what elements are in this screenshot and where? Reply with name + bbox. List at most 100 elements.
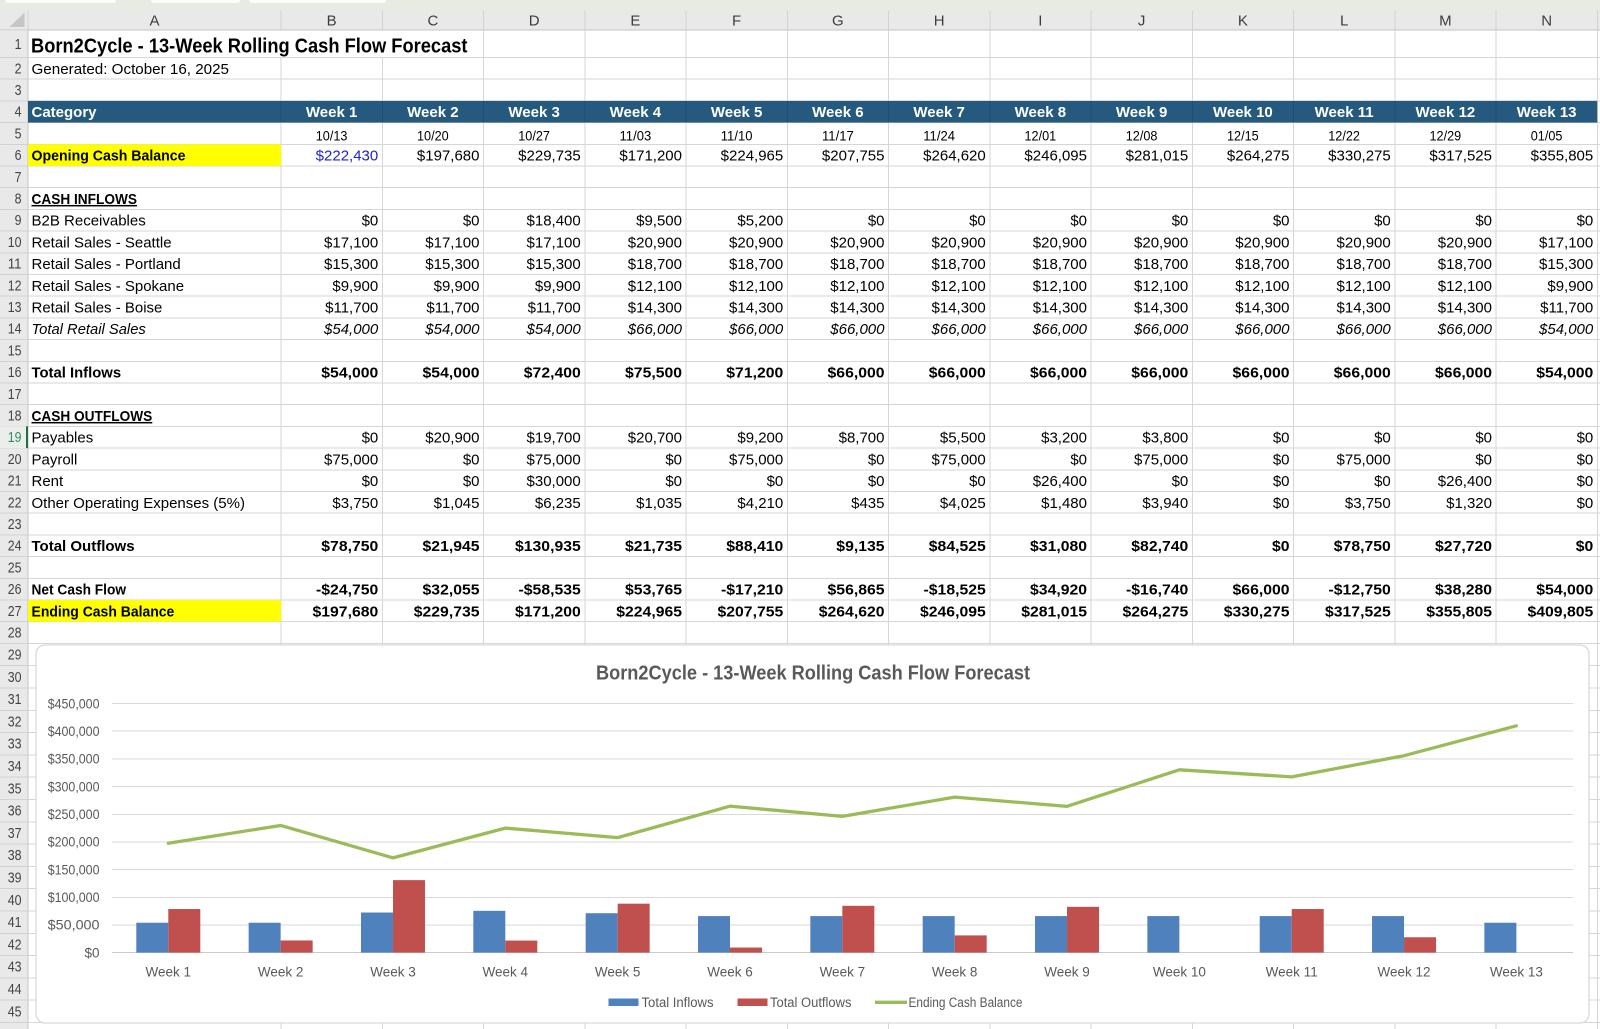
svg-text:$0: $0	[1475, 213, 1492, 230]
svg-text:$11,700: $11,700	[325, 299, 378, 316]
svg-text:$0: $0	[1273, 451, 1290, 468]
svg-text:$229,735: $229,735	[518, 148, 581, 165]
svg-text:$18,700: $18,700	[1134, 256, 1188, 273]
svg-text:$18,400: $18,400	[527, 213, 581, 230]
svg-text:Total Outflows: Total Outflows	[32, 538, 135, 555]
svg-text:5: 5	[15, 126, 22, 142]
svg-text:$0: $0	[1374, 473, 1391, 490]
svg-text:$75,000: $75,000	[729, 451, 783, 468]
svg-text:$14,300: $14,300	[830, 299, 884, 316]
svg-text:$32,055: $32,055	[423, 582, 480, 599]
svg-text:$18,700: $18,700	[830, 256, 884, 273]
svg-text:Week 13: Week 13	[1517, 104, 1577, 121]
svg-text:$14,300: $14,300	[1033, 299, 1087, 316]
svg-text:15: 15	[8, 343, 22, 359]
svg-text:$12,100: $12,100	[932, 278, 986, 295]
svg-text:29: 29	[8, 647, 22, 663]
svg-text:$246,095: $246,095	[1024, 148, 1087, 165]
svg-text:$82,740: $82,740	[1131, 538, 1188, 555]
svg-text:$171,200: $171,200	[515, 603, 581, 620]
svg-text:$355,805: $355,805	[1426, 603, 1492, 620]
svg-text:$0: $0	[1273, 430, 1290, 447]
svg-text:33: 33	[8, 737, 22, 753]
svg-text:$246,095: $246,095	[920, 603, 986, 620]
svg-text:12/22: 12/22	[1328, 127, 1360, 143]
svg-text:$197,680: $197,680	[313, 603, 379, 620]
svg-text:$66,000: $66,000	[627, 321, 683, 338]
svg-text:B2B Receivables: B2B Receivables	[32, 213, 146, 230]
svg-text:K: K	[1238, 13, 1248, 30]
svg-text:44: 44	[8, 982, 22, 998]
svg-text:$0: $0	[868, 213, 885, 230]
svg-text:$0: $0	[665, 451, 682, 468]
svg-text:$0: $0	[665, 473, 682, 490]
svg-text:$0: $0	[463, 451, 480, 468]
svg-text:CASH INFLOWS: CASH INFLOWS	[32, 191, 138, 208]
svg-text:Week 8: Week 8	[1015, 104, 1066, 121]
svg-text:$12,100: $12,100	[729, 278, 783, 295]
svg-text:CASH OUTFLOWS: CASH OUTFLOWS	[32, 408, 153, 425]
svg-text:-$58,535: -$58,535	[519, 582, 581, 599]
svg-text:$17,100: $17,100	[1539, 234, 1593, 251]
svg-text:$300,000: $300,000	[48, 779, 100, 794]
svg-text:32: 32	[8, 714, 22, 730]
svg-text:35: 35	[8, 781, 22, 797]
svg-text:$17,100: $17,100	[527, 234, 581, 251]
svg-text:$197,680: $197,680	[417, 148, 480, 165]
svg-text:$20,900: $20,900	[729, 234, 783, 251]
svg-text:Retail Sales - Boise: Retail Sales - Boise	[32, 299, 163, 316]
svg-text:$171,200: $171,200	[619, 148, 682, 165]
svg-text:$0: $0	[868, 451, 885, 468]
svg-text:$66,000: $66,000	[1030, 365, 1087, 382]
svg-text:$224,965: $224,965	[721, 148, 784, 165]
svg-text:13: 13	[8, 300, 22, 316]
svg-text:$0: $0	[362, 430, 379, 447]
svg-text:$0: $0	[463, 473, 480, 490]
svg-text:17: 17	[8, 387, 22, 403]
svg-text:10: 10	[8, 235, 22, 251]
svg-text:38: 38	[8, 848, 22, 864]
svg-text:22: 22	[8, 495, 22, 511]
svg-text:Total Inflows: Total Inflows	[32, 365, 122, 382]
svg-text:$54,000: $54,000	[423, 365, 480, 382]
svg-text:Total Retail Sales: Total Retail Sales	[32, 321, 147, 338]
svg-text:Category: Category	[32, 104, 98, 121]
svg-text:$0: $0	[1272, 538, 1290, 555]
svg-text:$0: $0	[1374, 213, 1391, 230]
svg-text:$54,000: $54,000	[321, 365, 378, 382]
svg-text:$9,900: $9,900	[1547, 278, 1593, 295]
svg-text:12/01: 12/01	[1025, 127, 1057, 143]
svg-text:$53,765: $53,765	[625, 582, 682, 599]
svg-text:$17,100: $17,100	[324, 234, 378, 251]
svg-text:$66,000: $66,000	[828, 365, 885, 382]
svg-text:$26,400: $26,400	[1438, 473, 1492, 490]
svg-text:30: 30	[8, 670, 22, 686]
svg-text:Week 4: Week 4	[610, 104, 662, 121]
svg-text:$355,805: $355,805	[1531, 148, 1594, 165]
svg-text:$0: $0	[1475, 430, 1492, 447]
svg-text:Week 6: Week 6	[812, 104, 863, 121]
svg-text:Ending Cash Balance: Ending Cash Balance	[32, 603, 175, 620]
svg-text:$0: $0	[84, 945, 99, 960]
svg-text:$200,000: $200,000	[48, 835, 100, 850]
svg-text:$66,000: $66,000	[1233, 582, 1290, 599]
svg-text:$207,755: $207,755	[718, 603, 784, 620]
svg-text:10/13: 10/13	[316, 127, 348, 143]
svg-text:$0: $0	[1273, 495, 1290, 512]
svg-text:Week 2: Week 2	[258, 964, 304, 979]
svg-text:Week 7: Week 7	[820, 964, 866, 979]
svg-text:$20,900: $20,900	[1235, 234, 1289, 251]
svg-text:27: 27	[8, 604, 22, 620]
svg-text:$0: $0	[1172, 213, 1189, 230]
svg-text:$435: $435	[851, 495, 884, 512]
svg-text:$27,720: $27,720	[1435, 538, 1492, 555]
svg-text:I: I	[1038, 13, 1042, 30]
svg-text:$130,935: $130,935	[515, 538, 581, 555]
svg-text:Week 12: Week 12	[1415, 104, 1475, 121]
svg-text:Generated: October 16, 2025: Generated: October 16, 2025	[32, 61, 230, 78]
svg-text:$409,805: $409,805	[1528, 603, 1594, 620]
svg-text:Retail Sales - Seattle: Retail Sales - Seattle	[32, 234, 172, 251]
svg-text:10/20: 10/20	[417, 127, 449, 143]
svg-text:25: 25	[8, 560, 22, 576]
svg-text:Retail Sales - Portland: Retail Sales - Portland	[32, 256, 181, 273]
